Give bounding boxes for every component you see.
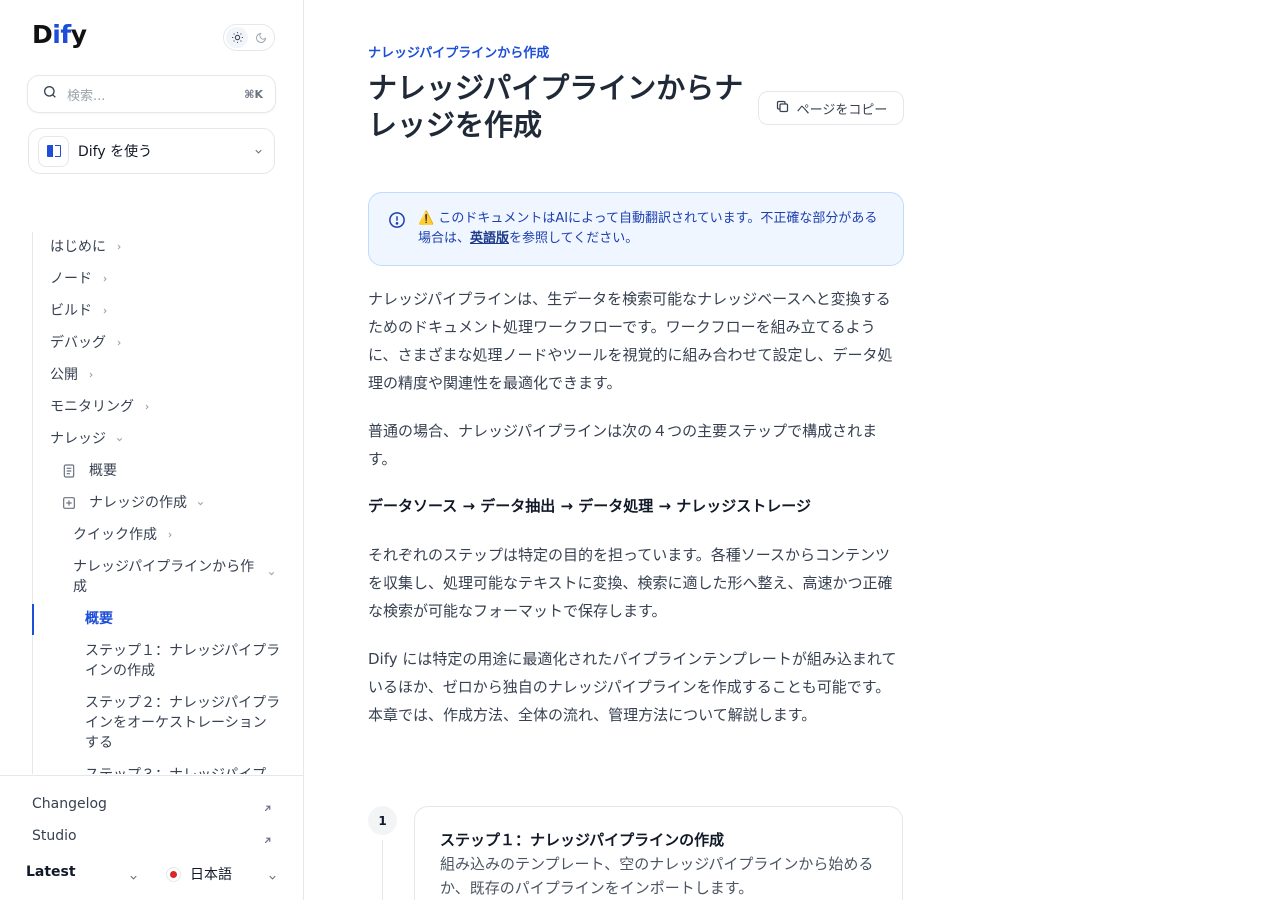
sidebar-item-node[interactable]: ノード [50,269,109,289]
english-version-link[interactable]: 英語版 [470,231,509,246]
sidebar-item-label-line-2: インの作成 [85,663,155,679]
product-dropdown[interactable]: Dify を使う [28,128,275,174]
purpose-paragraph: それぞれのステップは特定の目的を担っています。各種ソースからコンテンツを収集し、… [368,546,893,620]
sidebar-item-label: 概要 [89,463,117,479]
sidebar-item-label-line-1: ステップ１：ナレッジパイプラ [85,643,281,659]
sidebar-item-label: ナレッジの作成 [89,495,187,511]
dark-mode-moon-icon[interactable] [250,27,272,48]
sidebar-item-debug[interactable]: デバッグ [50,333,123,353]
logo-text-y: y [70,20,87,49]
sidebar-item-label: はじめに [50,239,106,255]
sidebar-item-monitoring[interactable]: モニタリング [50,397,151,417]
version-select[interactable]: Latest [26,864,76,880]
sidebar-item-quick-create[interactable]: クイック作成 [73,525,174,545]
sidebar-item-label: ビルド [50,303,92,319]
sidebar-item-label: デバッグ [50,335,106,351]
translation-notice: ⚠️ このドキュメントはAIによって自動翻訳されています。不正確な部分がある場合… [368,192,904,266]
book-icon [38,135,69,167]
sidebar-item-label-line-1: ステップ３：ナレッジパイプ [85,765,285,774]
sidebar-item-label: ノード [50,271,92,287]
logo-text-if: if [52,20,71,49]
templates-paragraph: Dify には特定の用途に最適化されたパイプラインテンプレートが組み込まれている… [368,650,897,724]
search-icon [42,84,58,104]
theme-toggle[interactable] [223,24,275,51]
page-title: ナレッジパイプラインからナレッジを作成 [368,71,744,142]
chevron-down-icon [267,868,278,887]
steps-paragraph: 普通の場合、ナレッジパイプラインは次の４つの主要ステップで構成されます。 [368,422,878,468]
japan-flag-icon [166,866,181,882]
step-connector-line [382,840,383,900]
light-mode-sun-icon[interactable] [226,27,248,48]
external-link-icon [262,799,273,818]
sidebar-item-overview[interactable]: 概要 [61,461,117,481]
sidebar-nav: はじめに ノード ビルド デバッグ 公開 モニタリング ナレッジ 概要 ナレッジ… [0,232,303,774]
sidebar-item-active-overview[interactable]: 概要 [85,609,113,629]
sidebar-item-label: クイック作成 [73,527,157,543]
notice-text-after: を参照してください。 [509,231,639,246]
dify-logo[interactable]: Dify [32,20,87,49]
main-content: ナレッジパイプラインから作成 ナレッジパイプラインからナレッジを作成 ページをコ… [368,0,908,900]
sidebar-item-pipeline-create[interactable]: ナレッジパイプラインから作 成 [73,557,273,597]
chevron-down-icon [196,499,205,508]
language-select[interactable]: 日本語 [166,864,232,884]
studio-link[interactable]: Studio [32,828,77,844]
chevron-right-icon [143,403,151,411]
sidebar-item-step-3[interactable]: ステップ３：ナレッジパイプ [85,765,285,774]
sidebar-item-hajimeni[interactable]: はじめに [50,237,123,257]
external-link-icon [262,831,273,850]
active-indicator [32,604,34,635]
translation-notice-text: ⚠️ このドキュメントはAIによって自動翻訳されています。不正確な部分がある場合… [418,209,888,249]
chevron-down-icon [267,563,276,582]
sidebar-item-label-line-1: ナレッジパイプラインから作 [73,559,255,575]
logo-text-d: D [32,20,53,49]
sidebar-item-label: 概要 [85,611,113,627]
copy-page-button[interactable]: ページをコピー [758,91,904,125]
sidebar-item-publish[interactable]: 公開 [50,365,95,385]
search-placeholder: 検索... [67,88,106,104]
breadcrumb[interactable]: ナレッジパイプラインから作成 [368,42,549,61]
step-description: 組み込みのテンプレート、空のナレッジパイプラインから始めるか、既存のパイプライン… [440,855,874,897]
sidebar-item-label-line-1: ステップ２：ナレッジパイプラ [85,695,281,711]
sidebar: Dify 検索... ⌘K Dify を使う はじめに ノード ビルド デバッグ… [0,0,304,900]
sidebar-item-label-line-2: インをオーケストレーション [85,715,267,731]
step-title: ステップ１：ナレッジパイプラインの作成 [440,831,725,849]
document-icon [61,463,77,479]
sidebar-item-build[interactable]: ビルド [50,301,109,321]
language-label: 日本語 [190,867,232,883]
nav-guide-line [32,232,33,774]
step-card: ステップ１：ナレッジパイプラインの作成 組み込みのテンプレート、空のナレッジパイ… [414,806,903,900]
sidebar-item-label: ナレッジ [50,431,106,447]
sidebar-item-knowledge[interactable]: ナレッジ [50,429,124,449]
sidebar-item-label: モニタリング [50,399,134,415]
copy-icon [775,99,790,118]
sidebar-item-create-knowledge[interactable]: ナレッジの作成 [61,493,205,513]
chevron-down-icon [115,435,124,444]
step-number-badge: 1 [368,806,397,835]
sidebar-item-step-2[interactable]: ステップ２：ナレッジパイプラ インをオーケストレーション する [85,693,285,753]
search-input[interactable]: 検索... ⌘K [27,75,276,113]
chevron-right-icon [87,371,95,379]
intro-paragraph: ナレッジパイプラインは、生データを検索可能なナレッジベースへと変換するためのドキ… [368,290,893,392]
sidebar-item-label-line-2: 成 [73,579,87,595]
plus-square-icon [61,495,77,511]
chevron-down-icon [128,868,139,887]
info-icon [388,211,406,233]
sidebar-footer: Changelog Studio Latest 日本語 [0,775,303,900]
search-shortcut: ⌘K [244,87,263,101]
sidebar-item-label: 公開 [50,367,78,383]
chevron-right-icon [115,243,123,251]
sidebar-item-label-line-3: する [85,735,113,751]
changelog-link[interactable]: Changelog [32,796,107,812]
copy-page-label: ページをコピー [796,102,888,118]
sidebar-item-step-1[interactable]: ステップ１：ナレッジパイプラ インの作成 [85,641,285,681]
chevron-right-icon [101,275,109,283]
chevron-right-icon [115,339,123,347]
chevron-down-icon [253,142,264,161]
pipeline-flow: データソース → データ抽出 → データ処理 → ナレッジストレージ [368,497,811,515]
product-label: Dify を使う [78,144,153,160]
chevron-right-icon [166,531,174,539]
chevron-right-icon [101,307,109,315]
